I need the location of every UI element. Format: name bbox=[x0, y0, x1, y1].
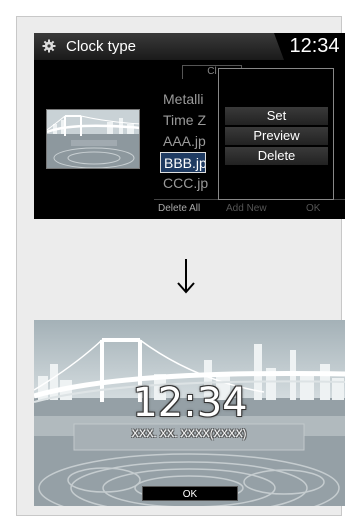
header-clock: 12:34 bbox=[274, 33, 345, 60]
down-arrow-icon bbox=[177, 259, 195, 294]
wallpaper-thumbnail bbox=[46, 109, 140, 169]
set-option[interactable]: Set bbox=[225, 107, 328, 125]
delete-option[interactable]: Delete bbox=[225, 147, 328, 165]
list-item-selected[interactable]: BBB.jp bbox=[160, 152, 206, 173]
preview-clock: 12:34 bbox=[132, 380, 248, 426]
bridge-image bbox=[47, 110, 139, 168]
options-popup: Set Preview Delete bbox=[218, 68, 334, 200]
screen-title: Clock type bbox=[66, 38, 137, 55]
preview-date: XXX. XX. XXXX(XXXX) bbox=[131, 428, 247, 440]
ok-button[interactable]: OK bbox=[142, 486, 238, 501]
gear-icon bbox=[42, 39, 56, 53]
delete-all-button[interactable]: Delete All bbox=[158, 203, 200, 214]
bottom-button-row: Delete All Add New OK bbox=[154, 199, 345, 219]
clock-type-screen: Clock type 12:34 Cl Metalli Time Z AAA.j… bbox=[34, 33, 345, 219]
add-new-button[interactable]: Add New bbox=[226, 203, 267, 214]
clock-preview-screen: 12:34 XXX. XX. XXXX(XXXX) OK bbox=[34, 320, 345, 506]
preview-option[interactable]: Preview bbox=[225, 127, 328, 145]
ok-button-top[interactable]: OK bbox=[306, 203, 320, 214]
